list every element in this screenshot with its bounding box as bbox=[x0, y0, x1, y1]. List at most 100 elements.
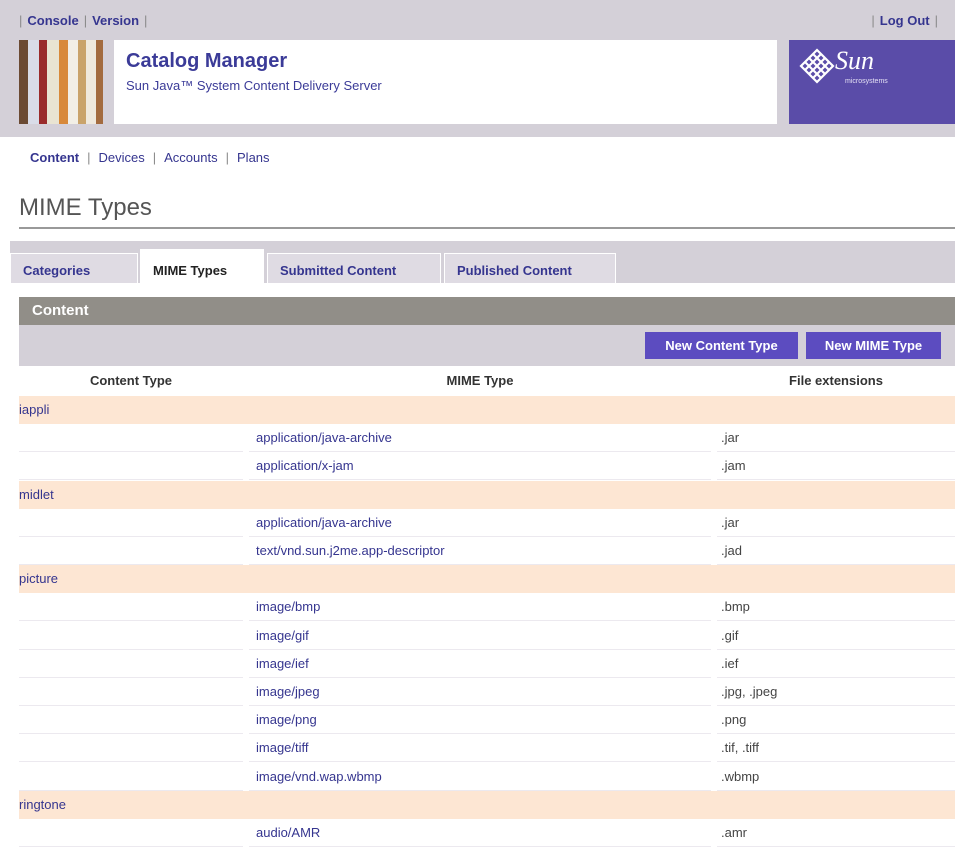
mime-type-link[interactable]: image/jpeg bbox=[249, 684, 320, 699]
new-content-type-button[interactable]: New Content Type bbox=[645, 332, 798, 359]
mime-type-link[interactable]: image/ief bbox=[249, 656, 309, 671]
table-row: image/tiff .tif, .tiff bbox=[19, 734, 955, 763]
file-extension-text: .gif bbox=[721, 627, 739, 643]
column-header-mime-type: MIME Type bbox=[446, 373, 514, 388]
app-title: Catalog Manager bbox=[126, 50, 288, 72]
brand-name: Sun bbox=[835, 46, 874, 75]
mime-type-cell: application/java-archive bbox=[249, 424, 711, 453]
empty-cell bbox=[19, 509, 243, 537]
empty-cell bbox=[19, 424, 243, 453]
content-type-link[interactable]: iappli bbox=[19, 396, 243, 423]
section-header: Content bbox=[19, 297, 955, 325]
empty-cell bbox=[19, 593, 243, 622]
title-divider bbox=[19, 227, 955, 229]
category-row: midlet bbox=[19, 480, 955, 510]
file-extension-cell: .jad bbox=[717, 537, 955, 565]
tab-published-content[interactable]: Published Content bbox=[444, 253, 616, 283]
catalog-books-image bbox=[19, 40, 103, 124]
table-row: text/vnd.sun.j2me.app-descriptor .jad bbox=[19, 537, 955, 565]
table-row: image/vnd.wap.wbmp .wbmp bbox=[19, 763, 955, 791]
file-extension-text: .jar bbox=[721, 514, 740, 530]
file-extension-cell: .bmp bbox=[717, 593, 955, 622]
mime-type-link[interactable]: image/gif bbox=[249, 628, 309, 643]
table-row: image/ief .ief bbox=[19, 650, 955, 678]
logout-link[interactable]: Log Out bbox=[880, 13, 930, 28]
sun-logo: Sun microsystems bbox=[789, 40, 955, 124]
mime-type-cell: image/png bbox=[249, 706, 711, 735]
file-extension-text: .jar bbox=[721, 430, 740, 446]
table-toolbar: New Content Type New MIME Type bbox=[19, 325, 955, 366]
sun-diamond-icon bbox=[799, 48, 835, 84]
table-row: image/jpeg .jpg, .jpeg bbox=[19, 678, 955, 706]
file-extension-cell: .jpg, .jpeg bbox=[717, 678, 955, 706]
console-link[interactable]: Console bbox=[27, 13, 78, 28]
page-title: MIME Types bbox=[19, 194, 152, 221]
mime-type-cell: image/vnd.wap.wbmp bbox=[249, 763, 711, 791]
nav-plans[interactable]: Plans bbox=[237, 150, 270, 165]
empty-cell bbox=[19, 622, 243, 650]
section-title: Content bbox=[32, 302, 89, 319]
column-header-file-extensions: File extensions bbox=[789, 373, 883, 388]
category-row: iappli bbox=[19, 396, 955, 425]
mime-type-link[interactable]: image/vnd.wap.wbmp bbox=[249, 769, 382, 784]
file-extension-text: .wbmp bbox=[721, 768, 760, 784]
main-nav: Content | Devices | Accounts | Plans bbox=[30, 150, 270, 165]
file-extension-cell: .tif, .tiff bbox=[717, 734, 955, 763]
file-extension-cell: .jar bbox=[717, 509, 955, 537]
empty-cell bbox=[19, 763, 243, 791]
file-extension-cell: .ief bbox=[717, 650, 955, 678]
mime-type-link[interactable]: image/tiff bbox=[249, 740, 309, 755]
category-row: ringtone bbox=[19, 790, 955, 820]
tab-submitted-content[interactable]: Submitted Content bbox=[267, 253, 441, 283]
file-extension-cell: .png bbox=[717, 706, 955, 735]
empty-cell bbox=[19, 650, 243, 678]
category-row: picture bbox=[19, 565, 955, 595]
table-row: application/x-jam .jam bbox=[19, 452, 955, 481]
content-type-link[interactable]: ringtone bbox=[19, 791, 243, 818]
tab-categories[interactable]: Categories bbox=[10, 253, 138, 283]
mime-type-link[interactable]: text/vnd.sun.j2me.app-descriptor bbox=[249, 543, 445, 558]
tab-mime-types[interactable]: MIME Types bbox=[140, 249, 264, 283]
table-row: application/java-archive .jar bbox=[19, 424, 955, 453]
file-extension-cell: .jar bbox=[717, 424, 955, 453]
file-extension-cell: .jam bbox=[717, 452, 955, 481]
mime-type-cell: text/vnd.sun.j2me.app-descriptor bbox=[249, 537, 711, 565]
mime-type-link[interactable]: application/java-archive bbox=[249, 430, 392, 445]
new-mime-type-button[interactable]: New MIME Type bbox=[806, 332, 941, 359]
mime-type-cell: image/gif bbox=[249, 622, 711, 650]
tab-bar: Categories MIME Types Submitted Content … bbox=[10, 241, 955, 283]
empty-cell bbox=[19, 734, 243, 763]
mime-type-link[interactable]: audio/AMR bbox=[249, 825, 320, 840]
brand-sub: microsystems bbox=[845, 78, 888, 85]
mime-type-cell: image/jpeg bbox=[249, 678, 711, 706]
nav-devices[interactable]: Devices bbox=[99, 150, 145, 165]
mime-type-cell: image/ief bbox=[249, 650, 711, 678]
version-link[interactable]: Version bbox=[92, 13, 139, 28]
table-row: application/java-archive .jar bbox=[19, 509, 955, 537]
mime-type-link[interactable]: image/png bbox=[249, 712, 317, 727]
mime-type-cell: image/tiff bbox=[249, 734, 711, 763]
table-row: image/gif .gif bbox=[19, 622, 955, 650]
file-extension-text: .ief bbox=[721, 655, 739, 671]
nav-accounts[interactable]: Accounts bbox=[164, 150, 217, 165]
file-extension-cell: .wbmp bbox=[717, 763, 955, 791]
file-extension-text: .png bbox=[721, 712, 747, 728]
mime-type-link[interactable]: image/bmp bbox=[249, 599, 320, 614]
empty-cell bbox=[19, 537, 243, 565]
empty-cell bbox=[19, 678, 243, 706]
table-row: image/png .png bbox=[19, 706, 955, 735]
nav-content[interactable]: Content bbox=[30, 150, 79, 165]
mime-type-link[interactable]: application/x-jam bbox=[249, 458, 354, 473]
file-extension-cell: .gif bbox=[717, 622, 955, 650]
mime-type-cell: application/java-archive bbox=[249, 509, 711, 537]
file-extension-text: .jad bbox=[721, 543, 742, 558]
empty-cell bbox=[19, 706, 243, 735]
utility-bar: | Console | Version | | Log Out | bbox=[19, 13, 938, 28]
app-subtitle: Sun Java™ System Content Delivery Server bbox=[126, 78, 382, 93]
content-type-link[interactable]: picture bbox=[19, 565, 243, 592]
masthead: | Console | Version | | Log Out | Catalog Mana… bbox=[0, 0, 955, 137]
title-box: Catalog Manager Sun Java™ System Content… bbox=[114, 40, 777, 124]
content-type-link[interactable]: midlet bbox=[19, 481, 243, 508]
column-header-content-type: Content Type bbox=[89, 373, 173, 388]
mime-type-link[interactable]: application/java-archive bbox=[249, 515, 392, 530]
